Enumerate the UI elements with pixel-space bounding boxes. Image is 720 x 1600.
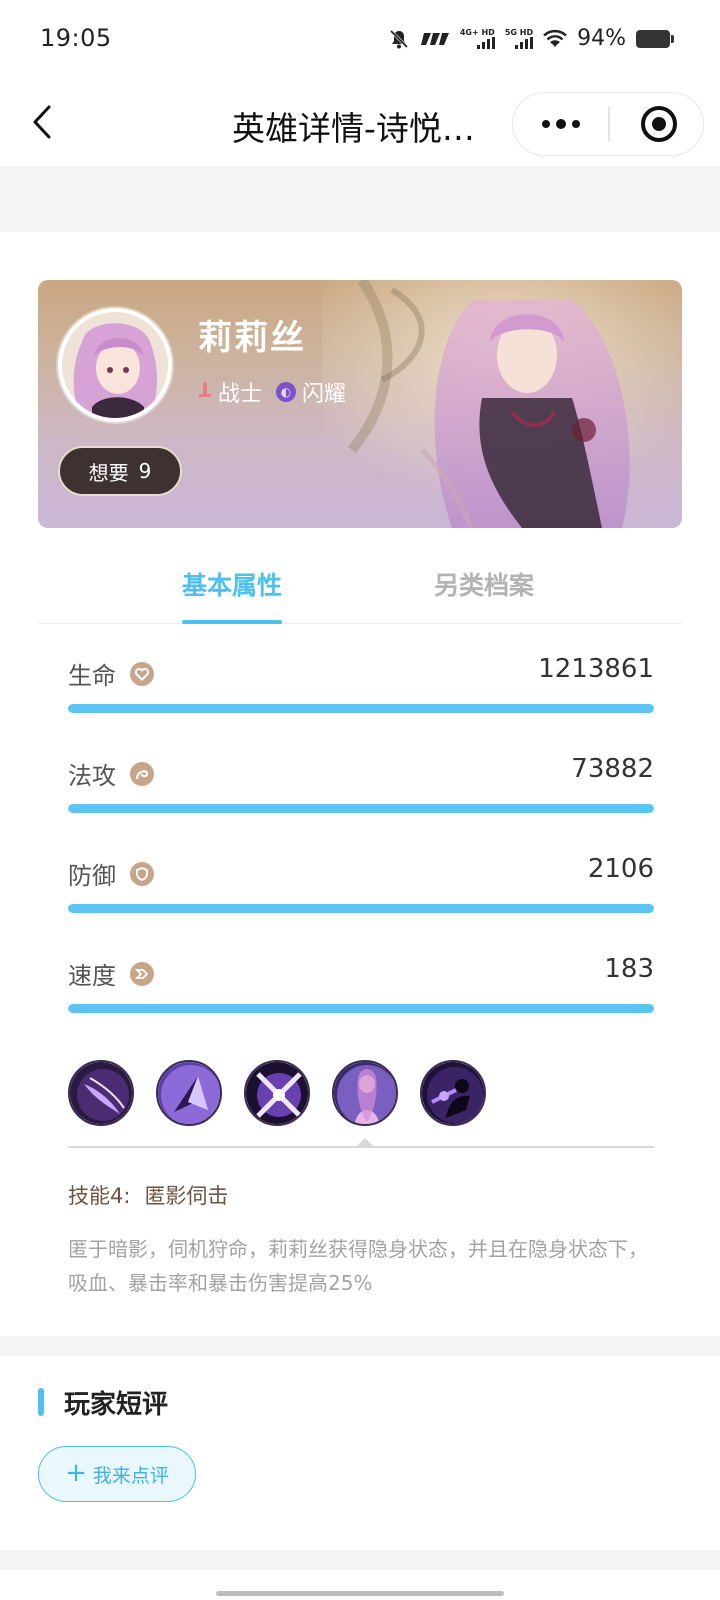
want-label: 想要 xyxy=(88,460,129,485)
signal-5g-icon: 5G HD xyxy=(504,27,534,49)
stat-value: 1213861 xyxy=(538,654,654,684)
status-bar: 19:05 4G+ HD 5G HD 94% xyxy=(0,0,720,78)
battery-percent: 94% xyxy=(577,26,626,51)
skill-4-icon[interactable] xyxy=(332,1060,398,1126)
sword-icon xyxy=(198,382,212,402)
section-divider xyxy=(0,166,720,232)
tab-alt-profile[interactable]: 另类档案 xyxy=(434,566,534,602)
write-review-label: 我来点评 xyxy=(92,1464,169,1487)
stat-bar xyxy=(68,904,654,913)
stat-bar-fill xyxy=(68,704,654,713)
mute-icon xyxy=(389,29,408,48)
section-accent-bar xyxy=(38,1388,44,1416)
tab-bar: 基本属性 另类档案 xyxy=(38,566,682,624)
shield-icon xyxy=(130,861,154,886)
stat-value: 183 xyxy=(604,954,654,984)
selected-skill-pointer xyxy=(356,1138,374,1147)
stat-bar-fill xyxy=(68,904,654,913)
skill-title-name: 匿影伺击 xyxy=(144,1184,229,1208)
close-mini-program-button[interactable] xyxy=(641,106,677,142)
stat-bar-fill xyxy=(68,804,654,813)
skill-list xyxy=(68,1060,486,1126)
section-title-reviews: 玩家短评 xyxy=(64,1390,169,1420)
status-time: 19:05 xyxy=(40,24,112,52)
stat-row-magic-attack: 法攻 73882 xyxy=(68,754,654,826)
stat-label: 防御 xyxy=(68,862,116,890)
section-divider xyxy=(0,1336,720,1356)
heart-icon xyxy=(130,661,154,686)
stat-bar xyxy=(68,704,654,713)
more-dot-icon xyxy=(572,120,580,128)
chevron-left-icon xyxy=(33,105,51,139)
plus-icon: + xyxy=(65,1457,87,1488)
flash-icon: ◐ xyxy=(276,382,297,402)
home-indicator[interactable] xyxy=(216,1591,504,1596)
back-button[interactable] xyxy=(22,100,62,144)
class-tag: 战士 xyxy=(198,376,262,408)
avatar-portrait xyxy=(62,312,168,418)
tab-basic-attributes[interactable]: 基本属性 xyxy=(182,566,283,624)
hero-card: 莉莉丝 战士 ◐ 闪耀 想要 9 xyxy=(38,280,682,528)
stat-value: 73882 xyxy=(571,754,654,784)
hero-tags: 战士 ◐ 闪耀 xyxy=(198,376,346,408)
hero-avatar xyxy=(58,308,172,422)
element-tag: ◐ 闪耀 xyxy=(276,376,346,408)
hero-artwork xyxy=(322,280,682,528)
mini-program-capsule xyxy=(512,92,704,156)
element-tag-label: 闪耀 xyxy=(302,382,347,407)
skill-description: 匿于暗影，伺机狩命，莉莉丝获得隐身状态，并且在隐身状态下，吸血、暴击率和暴击伤害… xyxy=(68,1237,648,1295)
page-title: 英雄详情-诗悦… xyxy=(232,109,475,148)
more-dot-icon xyxy=(542,120,550,128)
capsule-divider xyxy=(608,107,610,141)
hd-call-icon xyxy=(420,32,449,45)
stat-value: 2106 xyxy=(587,854,654,884)
network-label-2: 5G HD xyxy=(504,27,534,37)
stat-label: 法攻 xyxy=(68,762,116,790)
stat-row-defense: 防御 2106 xyxy=(68,854,654,926)
skill-1-icon[interactable] xyxy=(68,1060,134,1126)
stat-label: 生命 xyxy=(68,662,116,690)
hero-name: 莉莉丝 xyxy=(198,318,306,358)
skill-5-icon[interactable] xyxy=(420,1060,486,1126)
stat-bar xyxy=(68,1004,654,1013)
network-label-1: 4G+ HD xyxy=(459,27,495,37)
skill-title-prefix: 技能4: xyxy=(68,1184,131,1208)
class-tag-label: 战士 xyxy=(218,382,263,407)
wifi-icon xyxy=(543,29,567,47)
write-review-button[interactable]: + 我来点评 xyxy=(38,1446,196,1502)
skill-3-icon[interactable] xyxy=(244,1060,310,1126)
nav-bar: 英雄详情-诗悦… xyxy=(0,78,720,166)
stat-bar-fill xyxy=(68,1004,654,1013)
stat-row-hp: 生命 1213861 xyxy=(68,654,654,726)
signal-4g-icon: 4G+ HD xyxy=(459,27,495,49)
more-button[interactable] xyxy=(513,93,609,155)
battery-icon xyxy=(636,29,674,48)
stat-row-speed: 速度 183 xyxy=(68,954,654,1026)
section-divider xyxy=(0,1550,720,1570)
skill-2-icon[interactable] xyxy=(156,1060,222,1126)
status-icons: 4G+ HD 5G HD 94% xyxy=(388,26,674,51)
stat-label: 速度 xyxy=(68,962,116,990)
want-button[interactable]: 想要 9 xyxy=(58,446,182,496)
speed-icon xyxy=(130,961,154,986)
stat-bar xyxy=(68,804,654,813)
skill-title: 技能4: 匿影伺击 xyxy=(68,1180,228,1210)
more-dot-icon xyxy=(556,119,566,129)
want-count: 9 xyxy=(138,459,152,483)
magic-attack-icon xyxy=(130,761,154,786)
